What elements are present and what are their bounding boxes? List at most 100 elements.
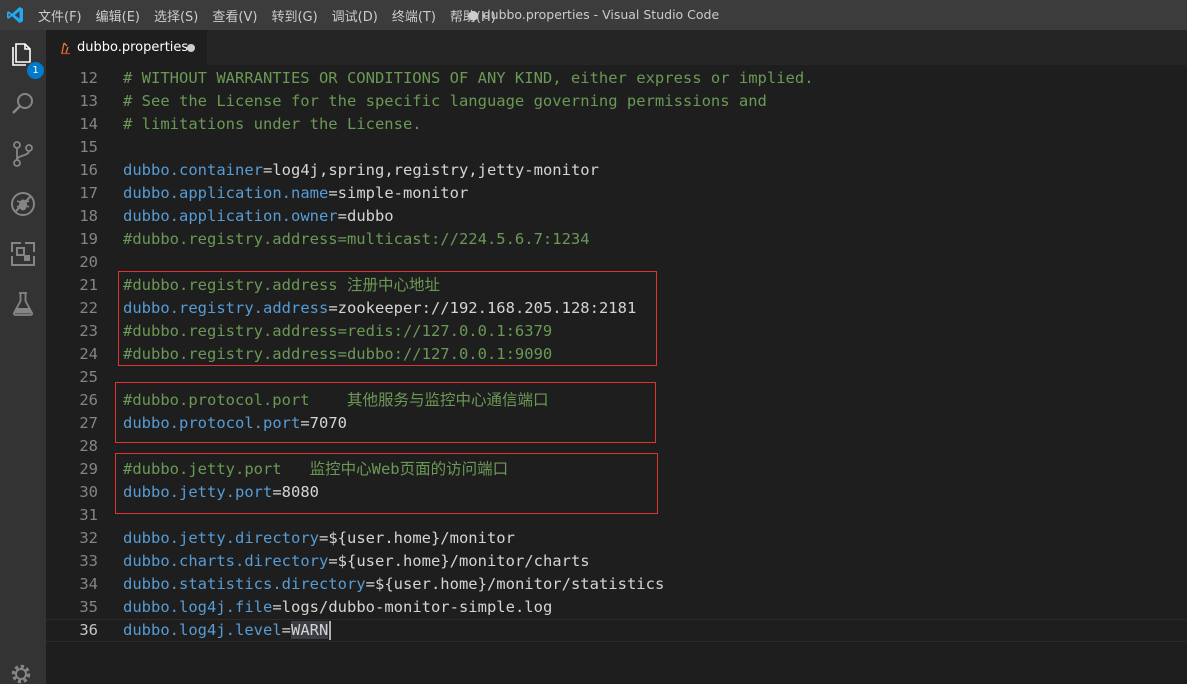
- line-number: 28: [79, 437, 98, 455]
- comment-text: #dubbo.registry.address=multicast://224.…: [123, 230, 590, 248]
- property-key: protocol.port: [179, 414, 301, 432]
- line-number: 23: [79, 322, 98, 340]
- code-line[interactable]: 24 #dubbo.registry.address=dubbo://127.0.…: [46, 343, 1187, 366]
- property-key-prefix: dubbo.: [123, 299, 179, 317]
- code-line[interactable]: 27 dubbo.protocol.port=7070: [46, 412, 1187, 435]
- code-line[interactable]: 31: [46, 504, 1187, 527]
- code-line[interactable]: 23 #dubbo.registry.address=redis://127.0.…: [46, 320, 1187, 343]
- tab-strip: dubbo.properties: [46, 30, 1187, 65]
- code-text: # WITHOUT WARRANTIES OR CONDITIONS OF AN…: [123, 67, 814, 90]
- menu-item[interactable]: 选择(S): [154, 6, 198, 25]
- line-number: 24: [79, 345, 98, 363]
- code-text: dubbo.log4j.file=logs/dubbo-monitor-simp…: [123, 596, 552, 619]
- explorer-icon[interactable]: 1: [7, 38, 44, 79]
- equals-sign: =: [328, 299, 338, 317]
- extensions-icon[interactable]: [7, 238, 39, 270]
- gear-icon[interactable]: [7, 660, 35, 684]
- code-line[interactable]: 34 dubbo.statistics.directory=${user.home…: [46, 573, 1187, 596]
- code-line[interactable]: 32 dubbo.jetty.directory=${user.home}/mon…: [46, 527, 1187, 550]
- line-number: 16: [79, 161, 98, 179]
- code-line[interactable]: 17 dubbo.application.name=simple-monitor: [46, 182, 1187, 205]
- menu-item[interactable]: 查看(V): [212, 6, 257, 25]
- comment-text: # See the License for the specific langu…: [123, 92, 767, 110]
- tab-label: dubbo.properties: [77, 40, 189, 55]
- code-text: #dubbo.registry.address=dubbo://127.0.0.…: [123, 343, 552, 366]
- property-key: application.name: [179, 184, 329, 202]
- line-number: 35: [79, 598, 98, 616]
- code-line[interactable]: 33 dubbo.charts.directory=${user.home}/mo…: [46, 550, 1187, 573]
- property-key: container: [179, 161, 263, 179]
- menu-item[interactable]: 帮助(H): [450, 6, 496, 25]
- property-key: registry.address: [179, 299, 329, 317]
- property-value: WARN: [291, 621, 329, 639]
- code-line[interactable]: 16 dubbo.container=log4j,spring,registry,…: [46, 159, 1187, 182]
- line-number: 34: [79, 575, 98, 593]
- equals-sign: =: [263, 161, 273, 179]
- line-number: 15: [79, 138, 98, 156]
- line-number: 31: [79, 506, 98, 524]
- line-number: 36: [79, 621, 98, 639]
- equals-sign: =: [300, 414, 310, 432]
- code-text: dubbo.application.name=simple-monitor: [123, 182, 468, 205]
- code-line[interactable]: 28: [46, 435, 1187, 458]
- vscode-logo-icon[interactable]: [5, 5, 25, 25]
- code-line[interactable]: 29 #dubbo.jetty.port 监控中心Web页面的访问端口: [46, 458, 1187, 481]
- code-line[interactable]: 35 dubbo.log4j.file=logs/dubbo-monitor-si…: [46, 596, 1187, 619]
- title-bar: 文件(F) 编辑(E) 选择(S) 查看(V) 转到(G) 调试(D) 终端(T) 帮助(H)…: [0, 0, 1187, 30]
- code-line[interactable]: 25: [46, 366, 1187, 389]
- code-text: dubbo.registry.address=zookeeper://192.1…: [123, 297, 636, 320]
- code-line[interactable]: 21 #dubbo.registry.address 注册中心地址: [46, 274, 1187, 297]
- equals-sign: =: [337, 207, 347, 225]
- property-key: statistics.directory: [179, 575, 366, 593]
- menu-item[interactable]: 调试(D): [332, 6, 378, 25]
- source-control-icon[interactable]: [7, 138, 39, 170]
- code-editor[interactable]: 12 # WITHOUT WARRANTIES OR CONDITIONS OF …: [46, 65, 1187, 684]
- code-line[interactable]: 20: [46, 251, 1187, 274]
- code-line[interactable]: 30 dubbo.jetty.port=8080: [46, 481, 1187, 504]
- menu-item[interactable]: 编辑(E): [96, 6, 140, 25]
- property-key: jetty.port: [179, 483, 273, 501]
- property-key-prefix: dubbo.: [123, 552, 179, 570]
- property-key: application.owner: [179, 207, 338, 225]
- property-value: simple-monitor: [337, 184, 469, 202]
- property-key-prefix: dubbo.: [123, 529, 179, 547]
- menu-item[interactable]: 转到(G): [271, 6, 317, 25]
- menu-item[interactable]: 文件(F): [38, 6, 82, 25]
- text-cursor: [329, 621, 332, 640]
- property-key: log4j.file: [179, 598, 273, 616]
- line-number: 33: [79, 552, 98, 570]
- equals-sign: =: [328, 184, 338, 202]
- code-line[interactable]: 36 dubbo.log4j.level=WARN: [46, 619, 1187, 642]
- property-value: dubbo: [346, 207, 394, 225]
- line-number: 14: [79, 115, 98, 133]
- unsaved-dot-icon[interactable]: [187, 44, 195, 52]
- comment-text: #dubbo.jetty.port 监控中心Web页面的访问端口: [123, 460, 509, 478]
- property-value: ${user.home}/monitor: [328, 529, 515, 547]
- code-line[interactable]: 15: [46, 136, 1187, 159]
- code-text: dubbo.jetty.port=8080: [123, 481, 319, 504]
- property-key-prefix: dubbo.: [123, 598, 179, 616]
- tab-dubbo-properties[interactable]: dubbo.properties: [46, 30, 207, 65]
- code-line[interactable]: 22 dubbo.registry.address=zookeeper://192…: [46, 297, 1187, 320]
- test-flask-icon[interactable]: [7, 288, 39, 320]
- code-line[interactable]: 26 #dubbo.protocol.port 其他服务与监控中心通信端口: [46, 389, 1187, 412]
- line-number: 26: [79, 391, 98, 409]
- activity-bar: 1: [0, 30, 46, 684]
- comment-text: # WITHOUT WARRANTIES OR CONDITIONS OF AN…: [123, 69, 814, 87]
- property-key-prefix: dubbo.: [123, 207, 179, 225]
- code-text: # See the License for the specific langu…: [123, 90, 767, 113]
- settings-file-icon: [61, 42, 70, 55]
- menu-item[interactable]: 终端(T): [392, 6, 436, 25]
- line-number: 32: [79, 529, 98, 547]
- debug-icon[interactable]: [7, 188, 39, 220]
- equals-sign: =: [328, 552, 338, 570]
- property-value: 7070: [309, 414, 347, 432]
- code-line[interactable]: 13 # See the License for the specific lan…: [46, 90, 1187, 113]
- code-text: dubbo.charts.directory=${user.home}/moni…: [123, 550, 590, 573]
- code-line[interactable]: 14 # limitations under the License.: [46, 113, 1187, 136]
- code-line[interactable]: 19 #dubbo.registry.address=multicast://22…: [46, 228, 1187, 251]
- code-line[interactable]: 12 # WITHOUT WARRANTIES OR CONDITIONS OF …: [46, 67, 1187, 90]
- search-icon[interactable]: [7, 88, 39, 120]
- line-number: 17: [79, 184, 98, 202]
- code-line[interactable]: 18 dubbo.application.owner=dubbo: [46, 205, 1187, 228]
